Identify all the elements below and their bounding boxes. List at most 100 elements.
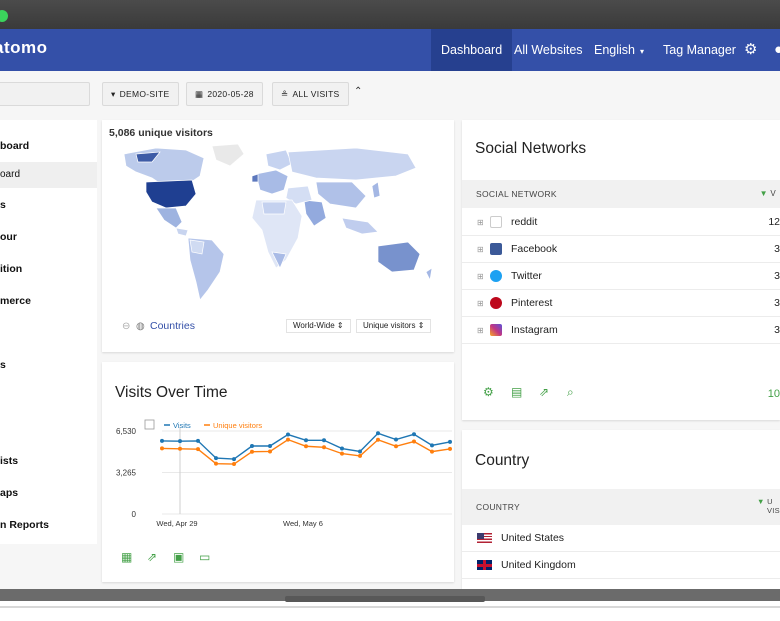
table-row[interactable]: ⊞ Instagram 3 bbox=[462, 317, 780, 344]
sidebar-item-acquisition[interactable]: ition bbox=[0, 256, 97, 282]
social-col-header[interactable]: SOCIAL NETWORK bbox=[476, 189, 557, 199]
region-australia[interactable] bbox=[377, 241, 421, 273]
expand-icon[interactable]: ⊞ bbox=[477, 263, 484, 290]
data-point[interactable] bbox=[430, 443, 434, 448]
chart-type-icon[interactable] bbox=[144, 419, 155, 430]
gear-icon[interactable]: ⚙ bbox=[744, 29, 757, 71]
region-china[interactable] bbox=[315, 181, 367, 209]
region-russia[interactable] bbox=[287, 147, 417, 181]
region-colombia[interactable] bbox=[189, 239, 205, 255]
zoom-icon[interactable]: ⊖ bbox=[122, 321, 130, 332]
data-point[interactable] bbox=[448, 446, 452, 451]
data-point[interactable] bbox=[376, 431, 380, 436]
world-map[interactable] bbox=[116, 142, 441, 302]
search-icon[interactable]: ⌕ bbox=[567, 385, 574, 400]
sort-desc-icon[interactable]: ▼ V bbox=[760, 180, 776, 208]
region-india[interactable] bbox=[303, 199, 327, 227]
nav-all-websites[interactable]: All Websites bbox=[504, 29, 593, 71]
visits-line-chart[interactable]: 6,530 3,265 0 Visits Unique visitors Wed, Apr… bbox=[102, 414, 454, 534]
table-row[interactable]: ⊞ Facebook 3 bbox=[462, 236, 780, 263]
data-point[interactable] bbox=[394, 437, 398, 442]
data-point[interactable] bbox=[358, 449, 362, 454]
data-point[interactable] bbox=[232, 457, 236, 462]
data-point[interactable] bbox=[196, 447, 200, 452]
country-col-header[interactable]: COUNTRY bbox=[476, 502, 520, 512]
legend-label[interactable]: Unique visitors bbox=[213, 421, 262, 430]
data-point[interactable] bbox=[358, 453, 362, 458]
region-usa[interactable] bbox=[145, 179, 197, 209]
data-point[interactable] bbox=[160, 446, 164, 451]
expand-icon[interactable]: ⊞ bbox=[477, 236, 484, 263]
date-selector[interactable]: ▦ 2020-05-28 bbox=[186, 82, 263, 106]
calendar-icon[interactable]: ▦ bbox=[121, 550, 132, 564]
table-row[interactable]: United States bbox=[462, 525, 780, 552]
image-icon[interactable]: ▣ bbox=[173, 550, 184, 564]
region-uk[interactable] bbox=[251, 173, 259, 183]
region-select[interactable]: World-Wide ⇕ bbox=[286, 319, 351, 333]
data-point[interactable] bbox=[232, 462, 236, 467]
gear-icon[interactable]: ⚙ bbox=[483, 385, 494, 399]
data-point[interactable] bbox=[214, 456, 218, 461]
data-point[interactable] bbox=[304, 444, 308, 449]
data-point[interactable] bbox=[430, 449, 434, 454]
segment-selector[interactable]: ≗ ALL VISITS bbox=[272, 82, 349, 106]
sidebar-item-visitors[interactable]: s bbox=[0, 192, 97, 218]
region-europe[interactable] bbox=[255, 169, 289, 195]
expand-icon[interactable]: ⊞ bbox=[477, 290, 484, 317]
export-icon[interactable]: ⇗ bbox=[147, 550, 157, 564]
region-greenland[interactable] bbox=[211, 143, 245, 167]
window-control-icon[interactable] bbox=[0, 10, 8, 22]
data-point[interactable] bbox=[196, 438, 200, 443]
data-point[interactable] bbox=[250, 449, 254, 454]
legend-label[interactable]: Visits bbox=[173, 421, 191, 430]
data-point[interactable] bbox=[448, 439, 452, 444]
sidebar-item-dashboard[interactable]: board bbox=[0, 133, 97, 159]
data-point[interactable] bbox=[376, 437, 380, 442]
data-point[interactable] bbox=[304, 438, 308, 443]
sidebar-item-tests[interactable]: ists bbox=[0, 448, 97, 474]
sort-desc-icon[interactable]: ▼ U VIS bbox=[757, 497, 780, 515]
data-point[interactable] bbox=[322, 445, 326, 450]
region-north-africa[interactable] bbox=[261, 201, 287, 215]
data-point[interactable] bbox=[340, 451, 344, 456]
data-point[interactable] bbox=[160, 438, 164, 443]
sidebar-item-dashboard-sub[interactable]: oard bbox=[0, 162, 97, 188]
metric-select[interactable]: Unique visitors ⇕ bbox=[356, 319, 432, 333]
annotation-icon[interactable]: ▭ bbox=[199, 550, 210, 564]
data-point[interactable] bbox=[286, 432, 290, 437]
sidebar-item-ecommerce[interactable]: merce bbox=[0, 288, 97, 314]
sidebar-item-goals[interactable]: s bbox=[0, 352, 97, 378]
region-central-america[interactable] bbox=[175, 227, 189, 237]
region-southeast-asia[interactable] bbox=[341, 217, 379, 235]
table-row[interactable]: ⊞ Pinterest 3 bbox=[462, 290, 780, 317]
data-point[interactable] bbox=[412, 439, 416, 444]
app-logo[interactable]: atomo bbox=[0, 38, 48, 58]
nav-dashboard[interactable]: Dashboard bbox=[431, 29, 513, 71]
data-point[interactable] bbox=[250, 443, 254, 448]
region-new-zealand[interactable] bbox=[425, 267, 433, 282]
more-icon[interactable]: ● bbox=[774, 29, 780, 71]
region-mexico[interactable] bbox=[155, 207, 183, 229]
data-point[interactable] bbox=[322, 438, 326, 443]
table-icon[interactable]: ▤ bbox=[511, 385, 522, 399]
table-row[interactable]: ⊞ reddit 12 bbox=[462, 209, 780, 236]
expand-icon[interactable]: ⊞ bbox=[477, 209, 484, 236]
expand-icon[interactable]: ⊞ bbox=[477, 317, 484, 344]
data-point[interactable] bbox=[268, 449, 272, 454]
sidebar-item-custom-reports[interactable]: n Reports bbox=[0, 512, 97, 538]
region-japan[interactable] bbox=[371, 181, 381, 199]
data-point[interactable] bbox=[394, 444, 398, 449]
data-point[interactable] bbox=[178, 446, 182, 451]
data-point[interactable] bbox=[178, 439, 182, 444]
nav-language[interactable]: English ▾ bbox=[584, 29, 654, 71]
table-row[interactable]: ⊞ Twitter 3 bbox=[462, 263, 780, 290]
search-box[interactable] bbox=[0, 82, 90, 106]
table-row[interactable]: United Kingdom bbox=[462, 552, 780, 579]
sidebar-item-heatmaps[interactable]: aps bbox=[0, 480, 97, 506]
sidebar-item-behaviour[interactable]: our bbox=[0, 224, 97, 250]
data-point[interactable] bbox=[268, 443, 272, 448]
nav-tag-manager[interactable]: Tag Manager bbox=[653, 29, 746, 71]
site-selector[interactable]: ▾ DEMO-SITE bbox=[102, 82, 179, 106]
data-point[interactable] bbox=[286, 437, 290, 442]
collapse-icon[interactable]: ⌃ bbox=[354, 86, 362, 97]
